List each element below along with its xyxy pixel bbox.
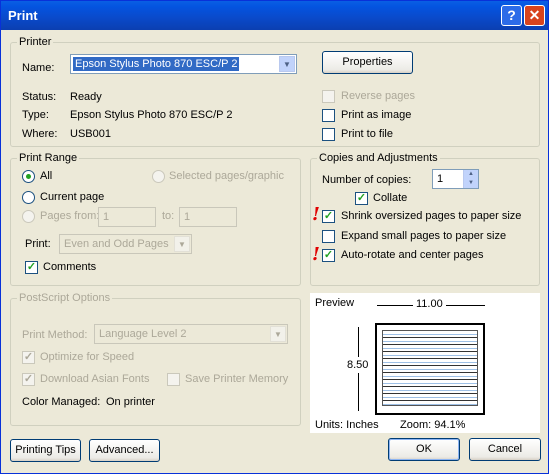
autorotate-checkbox[interactable]: ✓: [322, 249, 335, 262]
expand-checkbox[interactable]: [322, 230, 335, 243]
comments-label: Comments: [43, 261, 97, 273]
copies-stepper[interactable]: ▲ ▼: [463, 170, 478, 188]
postscript-legend: PostScript Options: [17, 292, 113, 304]
print-dialog: Print ? ✕ Printer Name: Epson Stylus Pho…: [0, 0, 549, 474]
chevron-down-icon[interactable]: ▼: [270, 326, 286, 342]
shrink-warning-icon: !: [312, 204, 320, 225]
preview-panel: Preview 11.00 8.50 Units: Inches Zoom: 9…: [310, 293, 540, 433]
printer-legend: Printer: [17, 36, 54, 48]
to-label: to:: [162, 210, 175, 222]
print-subset-select[interactable]: Even and Odd Pages ▼: [59, 234, 192, 254]
current-page-label: Current page: [40, 191, 105, 203]
pages-from-label: Pages from:: [40, 210, 100, 222]
selected-pages-label: Selected pages/graphic: [169, 170, 284, 182]
name-label: Name:: [22, 62, 55, 74]
print-to-file-label: Print to file: [341, 128, 393, 140]
autorotate-label: Auto-rotate and center pages: [341, 249, 484, 261]
page-thumbnail: [382, 330, 478, 406]
chevron-down-icon[interactable]: ▼: [279, 56, 295, 72]
expand-label: Expand small pages to paper size: [341, 230, 507, 242]
print-as-image-label: Print as image: [341, 109, 412, 121]
where-value: USB001: [70, 128, 111, 140]
download-fonts-label: Download Asian Fonts: [40, 373, 150, 385]
optimize-label: Optimize for Speed: [40, 351, 135, 363]
save-memory-label: Save Printer Memory: [185, 373, 289, 385]
advanced-button[interactable]: Advanced...: [89, 439, 160, 462]
where-label: Where:: [22, 128, 58, 140]
printing-tips-button[interactable]: Printing Tips: [10, 439, 81, 462]
pages-to-input[interactable]: 1: [179, 207, 237, 227]
zoom-label: Zoom: 94.1%: [400, 419, 466, 431]
properties-button[interactable]: Properties: [322, 51, 413, 74]
color-managed-label: Color Managed:: [22, 396, 101, 408]
type-label: Type:: [22, 109, 49, 121]
shrink-label: Shrink oversized pages to paper size: [341, 210, 522, 222]
all-radio[interactable]: [22, 170, 35, 183]
download-fonts-checkbox[interactable]: ✓: [22, 373, 35, 386]
comments-checkbox[interactable]: ✓: [25, 261, 38, 274]
print-method-label: Print Method:: [22, 329, 88, 341]
preview-label: Preview: [315, 297, 355, 309]
ok-button[interactable]: OK: [388, 438, 460, 461]
current-page-radio[interactable]: [22, 191, 35, 204]
status-value: Ready: [70, 91, 102, 103]
width-dimension: 11.00: [413, 298, 446, 310]
selected-pages-radio[interactable]: [152, 170, 165, 183]
chevron-down-icon[interactable]: ▼: [174, 236, 190, 252]
print-subset-value: Even and Odd Pages: [64, 238, 169, 250]
reverse-pages-checkbox[interactable]: [322, 90, 335, 103]
units-label: Units: Inches: [315, 419, 379, 431]
spin-up-icon[interactable]: ▲: [464, 170, 478, 179]
save-memory-checkbox[interactable]: [167, 373, 180, 386]
print-range-legend: Print Range: [17, 152, 80, 164]
print-subset-label: Print:: [25, 238, 51, 250]
close-button[interactable]: ✕: [524, 5, 545, 26]
optimize-checkbox[interactable]: ✓: [22, 351, 35, 364]
type-value: Epson Stylus Photo 870 ESC/P 2: [70, 109, 233, 121]
copies-legend: Copies and Adjustments: [317, 152, 440, 164]
spin-down-icon[interactable]: ▼: [464, 179, 478, 188]
collate-label: Collate: [373, 192, 408, 204]
printer-name-select[interactable]: Epson Stylus Photo 870 ESC/P 2 ▼: [70, 54, 297, 74]
shrink-checkbox[interactable]: ✓: [322, 210, 335, 223]
title-bar[interactable]: Print ? ✕: [1, 1, 548, 30]
pages-from-input[interactable]: 1: [98, 207, 156, 227]
reverse-pages-label: Reverse pages: [341, 90, 415, 102]
print-method-value: Language Level 2: [99, 328, 187, 340]
pages-from-radio[interactable]: [22, 210, 35, 223]
copies-label: Number of copies:: [322, 174, 412, 186]
print-method-select[interactable]: Language Level 2 ▼: [94, 324, 288, 344]
status-label: Status:: [22, 91, 57, 103]
color-managed-value: On printer: [106, 396, 155, 408]
height-dimension: 8.50: [347, 357, 369, 373]
all-label: All: [40, 170, 53, 182]
paper-preview: [375, 323, 485, 415]
print-as-image-checkbox[interactable]: [322, 109, 335, 122]
help-button[interactable]: ?: [501, 5, 522, 26]
window-title: Print: [8, 8, 38, 23]
collate-checkbox[interactable]: ✓: [355, 192, 368, 205]
cancel-button[interactable]: Cancel: [469, 438, 541, 461]
autorotate-warning-icon: !: [312, 244, 320, 265]
print-to-file-checkbox[interactable]: [322, 128, 335, 141]
printer-name-value: Epson Stylus Photo 870 ESC/P 2: [73, 57, 240, 71]
